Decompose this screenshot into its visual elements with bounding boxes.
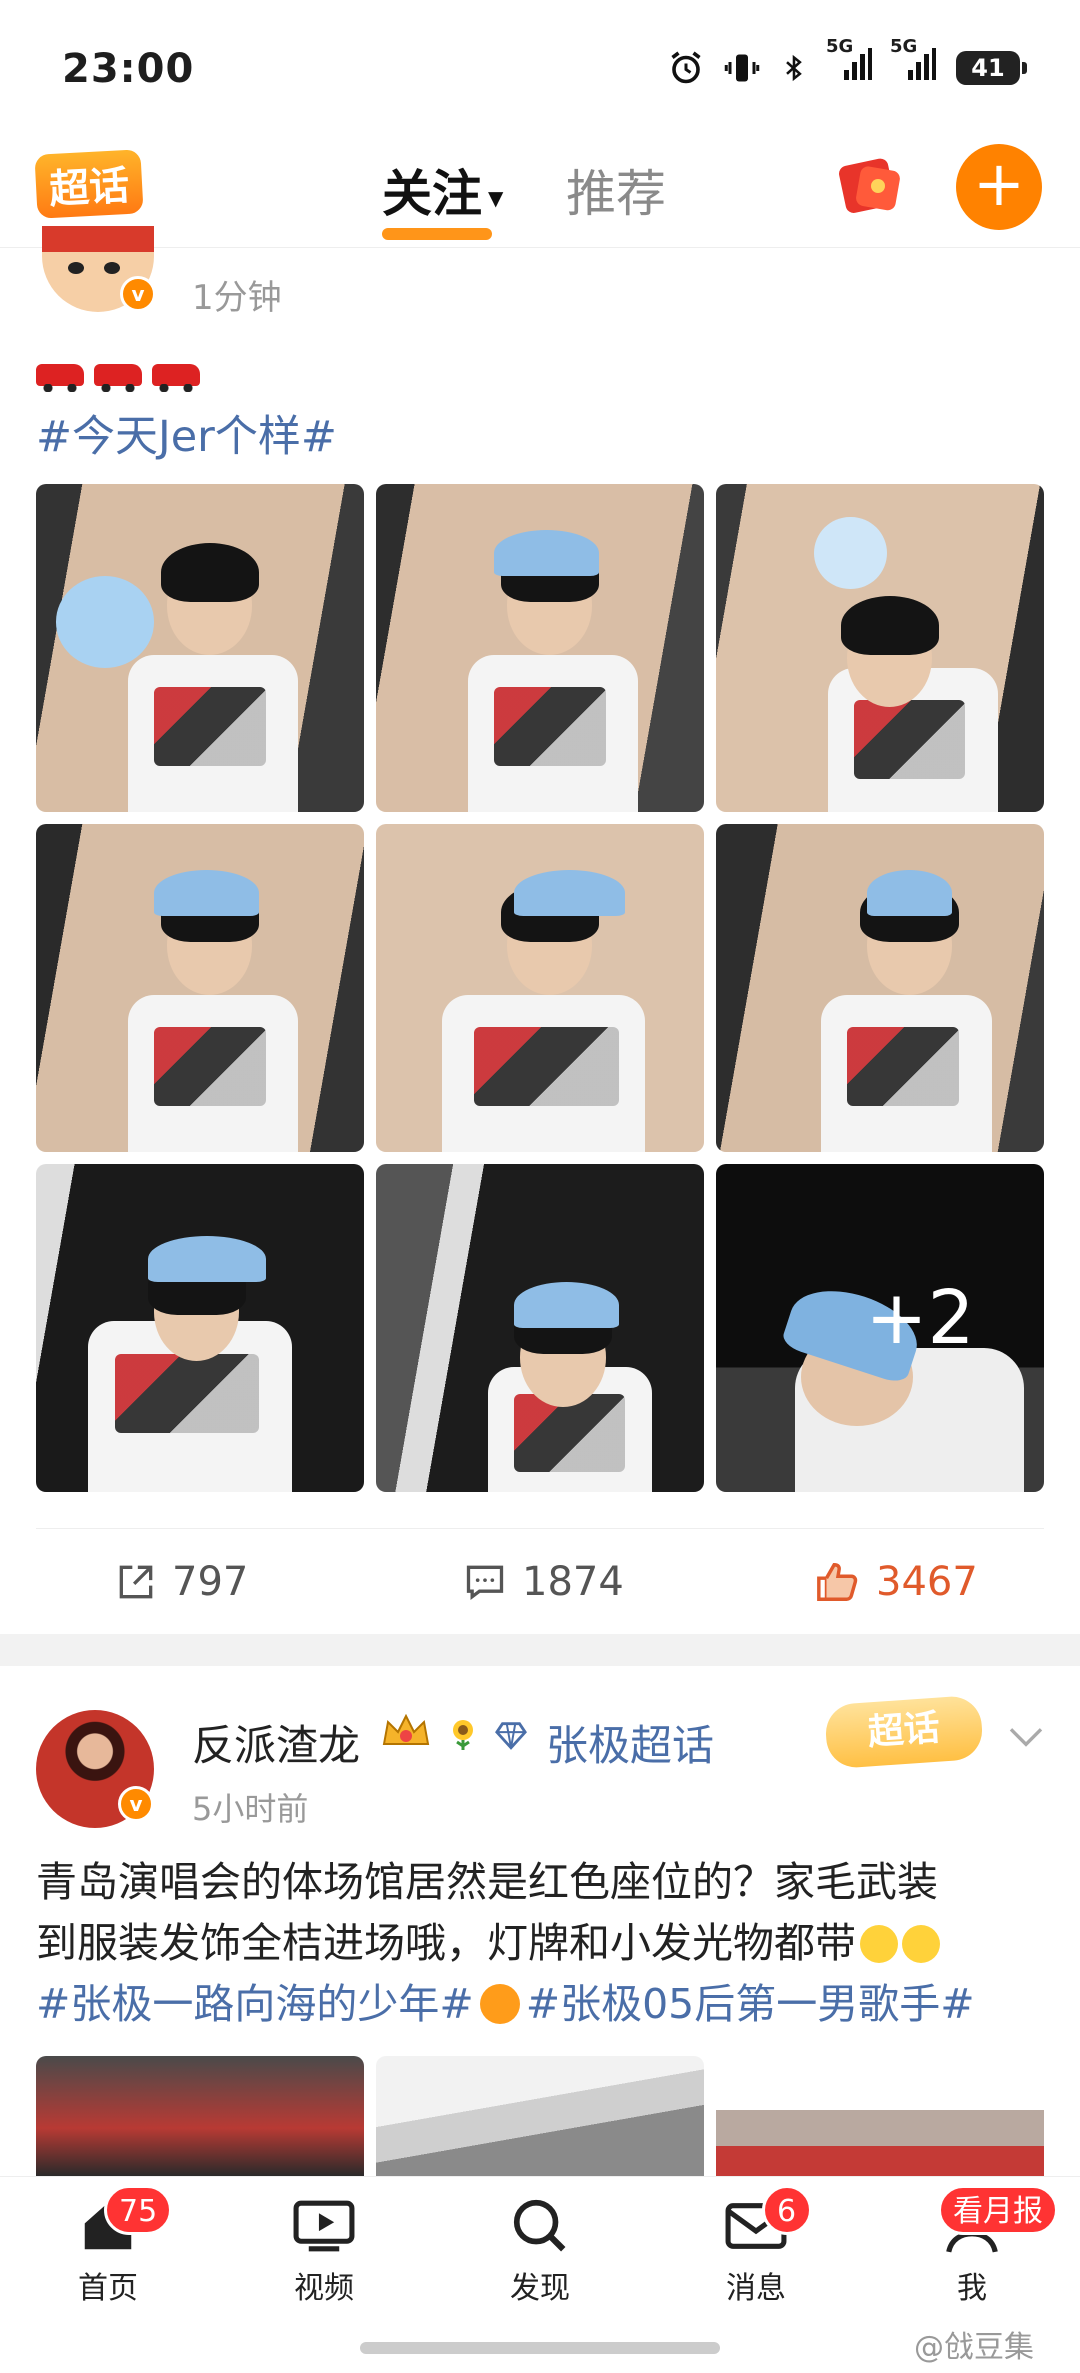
photo-grid [36,2056,1044,2176]
share-icon [119,1565,153,1599]
hashtag-link[interactable]: #张极一路向海的少年# [36,1980,474,2028]
photo-thumbnail[interactable] [376,2056,704,2176]
tab-video-label: 视频 [294,2271,354,2306]
diamond-icon [495,1722,527,1750]
verified-icon: v [120,276,156,312]
active-tab-indicator [382,228,492,240]
more-photos-count: +2 [865,1275,975,1361]
home-indicator[interactable] [360,2342,720,2354]
orange-emoji-icon [479,1984,520,2024]
race-car-icon [94,364,142,392]
comment-button[interactable]: 1874 [462,1559,624,1605]
tab-discover-label: 发现 [510,2271,570,2306]
tab-follow[interactable]: 关注 ▼ [382,154,504,240]
tab-messages-label: 消息 [726,2271,786,2306]
photo-grid: +2 [36,484,1044,1492]
signal-5g-icon: 5G [826,36,872,88]
photo-thumbnail[interactable] [376,484,704,812]
alarm-icon [671,51,701,84]
chaohua-logo[interactable]: 超话 [34,149,144,219]
super-topic-link[interactable]: 张极超话 [546,1712,714,1773]
video-icon [293,2200,355,2252]
sunflower-badge-icon [453,1720,473,1750]
tab-me-label: 我 [957,2271,987,2306]
status-bar: 23:00 5G 5G 41 [0,0,1080,140]
verified-icon: v [118,1786,154,1822]
messages-notification-badge: 6 [762,2185,812,2235]
tab-home-label: 首页 [78,2271,138,2306]
photo-thumbnail[interactable] [376,824,704,1152]
hashtag-link[interactable]: #张极05后第一男歌手# [526,1980,975,2028]
smile-emoji-icon [902,1925,940,1963]
post-text: 青岛演唱会的体场馆居然是红色座位的？家毛武装 到服装发饰全桔进场哦，灯牌和小发光… [36,1852,1056,2035]
race-car-emojis [36,364,200,392]
monthly-report-badge[interactable]: 看月报 [938,2185,1058,2235]
post-separator [0,1634,1080,1666]
photo-thumbnail[interactable] [36,1164,364,1492]
search-icon [513,2199,566,2252]
crown-badge-icon [382,1714,430,1745]
photo-thumbnail[interactable] [36,2056,364,2176]
photo-thumbnail[interactable] [716,484,1044,812]
comment-icon [466,1565,504,1600]
thumbs-up-icon [817,1563,858,1601]
photo-thumbnail[interactable] [716,824,1044,1152]
share-count: 797 [172,1559,249,1605]
share-button[interactable]: 797 [114,1559,248,1605]
battery-icon: 41 [956,51,1027,85]
smile-emoji-icon [860,1925,898,1963]
photo-thumbnail[interactable] [36,484,364,812]
post-add-button[interactable]: + [956,144,1042,230]
post-time: 1分钟 [192,278,282,318]
caret-down-icon: ▼ [488,185,504,210]
home-notification-badge: 75 [104,2185,173,2235]
signal-5g-icon: 5G [890,36,936,88]
like-button[interactable]: 3467 [814,1559,978,1605]
race-car-icon [36,364,84,392]
comment-count: 1874 [522,1559,624,1605]
photo-thumbnail[interactable] [376,1164,704,1492]
tab-recommend[interactable]: 推荐 [566,154,666,226]
tab-follow-label: 关注 [382,165,482,223]
photo-thumbnail[interactable]: +2 [716,1164,1044,1492]
vibrate-icon [724,54,760,82]
bluetooth-icon [786,54,802,82]
clock: 23:00 [62,46,195,92]
tab-video[interactable]: 视频 [264,2195,384,2307]
chaohua-badge[interactable]: 超话 [823,1694,985,1770]
post-time: 5小时前 [192,1790,309,1828]
watermark: @戗豆集 [914,2330,1034,2365]
tab-discover[interactable]: 发现 [480,2195,600,2307]
post-actions: 797 1874 3467 [36,1528,1044,1640]
like-count: 3467 [876,1559,978,1605]
photo-thumbnail[interactable] [716,2056,1044,2176]
post-text-line: 青岛演唱会的体场馆居然是红色座位的？家毛武装 [36,1858,938,1906]
race-car-icon [152,364,200,392]
photo-thumbnail[interactable] [36,824,364,1152]
post-text-line: 到服装发饰全桔进场哦，灯牌和小发光物都带 [36,1919,856,1967]
hashtag-link[interactable]: #今天Jer个样# [36,402,337,464]
chevron-down-icon[interactable] [1006,1716,1046,1756]
username[interactable]: 反派渣龙 [192,1712,360,1773]
red-packet-icon[interactable] [836,152,906,218]
status-icons: 5G 5G 41 [668,36,1027,88]
top-nav: 超话 关注 ▼ 推荐 + [0,140,1080,248]
